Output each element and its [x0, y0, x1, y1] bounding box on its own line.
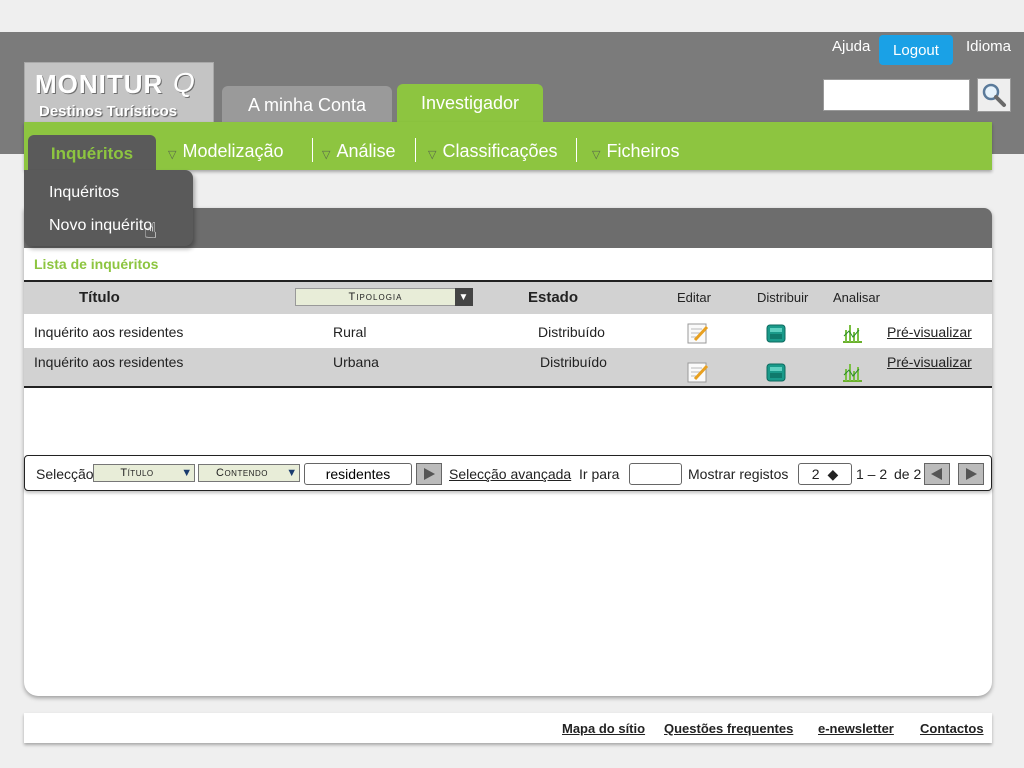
- preview-link[interactable]: Pré-visualizar: [887, 354, 972, 370]
- operator-select[interactable]: Contendo ▼: [198, 464, 300, 482]
- row-typology: Rural: [333, 324, 367, 340]
- logo-title: MONITUR: [35, 69, 164, 99]
- logo[interactable]: MONITUR Q Destinos Turísticos: [24, 62, 214, 126]
- tab-investigador[interactable]: Investigador: [397, 84, 543, 122]
- nav-item-label: Classificações: [442, 141, 558, 161]
- col-edit: Editar: [677, 290, 711, 305]
- distribute-icon[interactable]: [765, 361, 787, 383]
- triangle-down-icon: ▽: [168, 149, 177, 161]
- logo-subtitle: Destinos Turísticos: [39, 103, 178, 120]
- show-records-label: Mostrar registos: [688, 466, 789, 482]
- table-header: Título Estado Editar Distribuir Analisar: [24, 282, 992, 314]
- col-distribute: Distribuir: [757, 290, 809, 305]
- selection-bar: Selecção Título ▼ Contendo ▼ Selecção av…: [24, 455, 992, 491]
- nav-separator: [576, 138, 577, 162]
- typology-label: Tipologia: [348, 291, 403, 303]
- row-title: Inquérito aos residentes: [34, 354, 184, 370]
- hand-cursor-icon: ☝: [144, 218, 158, 243]
- analyse-chart-icon[interactable]: [841, 361, 863, 383]
- arrow-right-icon: [966, 468, 977, 480]
- play-arrow-icon: [424, 468, 435, 480]
- analyse-chart-icon[interactable]: [841, 322, 863, 344]
- triangle-down-icon: ▽: [322, 149, 331, 161]
- logo-q-mark: Q: [173, 67, 195, 98]
- logout-button[interactable]: Logout: [879, 35, 953, 65]
- dropdown-item-inqueritos[interactable]: Inquéritos: [49, 184, 119, 202]
- footer-link-newsletter[interactable]: e-newsletter: [818, 721, 894, 736]
- record-total: de 2: [894, 466, 922, 482]
- nav-item-classificacoes[interactable]: ▽ Classificações: [428, 141, 558, 162]
- col-state: Estado: [528, 289, 579, 306]
- list-title: Lista de inquéritos: [34, 256, 159, 272]
- nav-item-label: Modelização: [182, 141, 284, 161]
- nav-item-ficheiros[interactable]: ▽ Ficheiros: [592, 141, 680, 162]
- magnifier-icon: [982, 83, 1006, 107]
- field-select[interactable]: Título ▼: [93, 464, 195, 482]
- chevron-down-icon: ▼: [455, 288, 473, 306]
- nav-item-modelizacao[interactable]: ▽ Modelização: [168, 141, 284, 162]
- nav-separator: [415, 138, 416, 162]
- typology-select[interactable]: Tipologia ▼: [295, 288, 473, 306]
- triangle-down-icon: ▽: [428, 149, 437, 161]
- col-title: Título: [79, 289, 120, 306]
- footer: Mapa do sítio Questões frequentes e-news…: [24, 713, 992, 743]
- goto-label: Ir para: [579, 466, 620, 482]
- field-select-value: Título: [120, 467, 154, 479]
- nav-item-label: Ficheiros: [606, 141, 680, 161]
- table-row: Inquérito aos residentes Urbana Distribu…: [24, 348, 992, 386]
- footer-link-faq[interactable]: Questões frequentes: [664, 721, 793, 736]
- search-button[interactable]: [977, 78, 1011, 112]
- tab-my-account[interactable]: A minha Conta: [222, 86, 392, 124]
- row-state: Distribuído: [538, 324, 605, 340]
- footer-link-contacts[interactable]: Contactos: [920, 721, 984, 736]
- prev-page-button[interactable]: [924, 463, 950, 485]
- row-title: Inquérito aos residentes: [34, 324, 184, 340]
- preview-link[interactable]: Pré-visualizar: [887, 324, 972, 340]
- records-per-page-stepper[interactable]: 2 ◆: [798, 463, 852, 485]
- selection-value-input[interactable]: [304, 463, 412, 485]
- apply-selection-button[interactable]: [416, 463, 442, 485]
- row-state: Distribuído: [540, 354, 607, 370]
- arrow-left-icon: [931, 468, 942, 480]
- language-link[interactable]: Idioma: [966, 38, 1011, 55]
- row-typology: Urbana: [333, 354, 379, 370]
- nav-item-analise[interactable]: ▽ Análise: [322, 141, 396, 162]
- selection-label: Selecção: [36, 466, 94, 482]
- chevron-down-icon: ▼: [286, 467, 298, 479]
- dropdown-item-novo-inquerito[interactable]: Novo inquérito: [49, 217, 152, 235]
- inqueritos-dropdown: Inquéritos Novo inquérito ☝: [24, 170, 193, 246]
- chevron-down-icon: ▼: [181, 467, 193, 479]
- records-per-page-value: 2: [811, 466, 820, 482]
- footer-link-sitemap[interactable]: Mapa do sítio: [562, 721, 645, 736]
- edit-icon[interactable]: [687, 361, 709, 383]
- stepper-icon: ◆: [827, 465, 839, 482]
- edit-icon[interactable]: [687, 322, 709, 344]
- next-page-button[interactable]: [958, 463, 984, 485]
- nav-separator: [312, 138, 313, 162]
- record-range: 1 – 2: [856, 466, 888, 482]
- help-link[interactable]: Ajuda: [832, 38, 870, 55]
- nav-item-inqueritos[interactable]: Inquéritos: [28, 135, 156, 173]
- col-analyse: Analisar: [833, 290, 880, 305]
- divider: [24, 386, 992, 388]
- distribute-icon[interactable]: [765, 322, 787, 344]
- search-input[interactable]: [823, 79, 970, 111]
- goto-input[interactable]: [629, 463, 682, 485]
- operator-select-value: Contendo: [216, 467, 268, 479]
- triangle-down-icon: ▽: [592, 149, 601, 161]
- nav-item-label: Análise: [336, 141, 396, 161]
- table-row: Inquérito aos residentes Rural Distribuí…: [24, 314, 992, 350]
- advanced-selection-link[interactable]: Selecção avançada: [449, 466, 571, 482]
